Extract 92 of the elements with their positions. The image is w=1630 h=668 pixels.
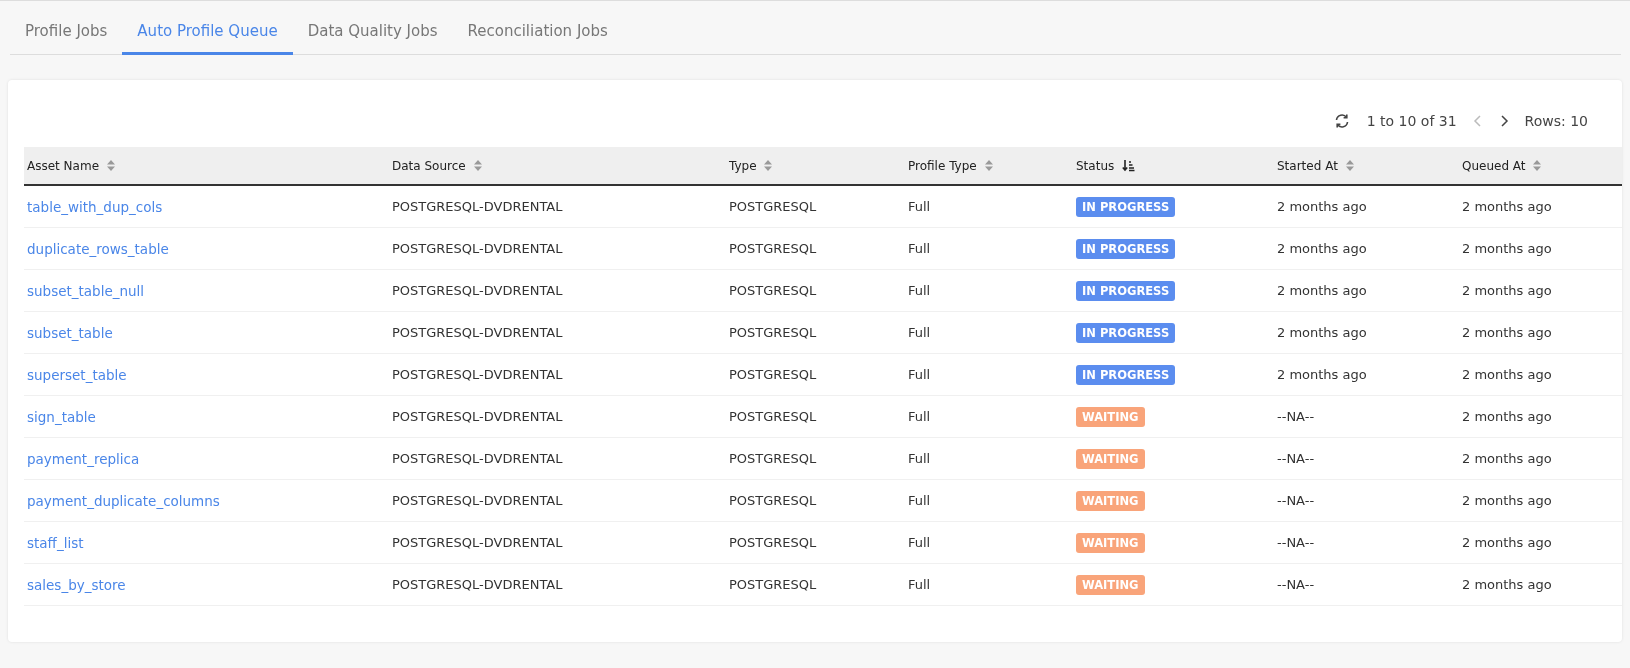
profile-type-text: Full xyxy=(908,241,931,256)
status-badge: WAITING xyxy=(1076,406,1145,427)
profile-type-text: Full xyxy=(908,367,931,382)
previous-page-icon[interactable] xyxy=(1472,115,1483,127)
asset-name-link[interactable]: subset_table_null xyxy=(27,282,145,299)
sort-icon[interactable] xyxy=(1533,160,1542,172)
queued-at-text: 2 months ago xyxy=(1462,283,1552,298)
asset-name-link[interactable]: payment_replica xyxy=(27,450,140,467)
sort-icon[interactable] xyxy=(984,160,993,172)
type-text: POSTGRESQL xyxy=(729,409,817,424)
type-text: POSTGRESQL xyxy=(729,535,817,550)
status-badge: WAITING xyxy=(1076,574,1145,595)
data-source-text: POSTGRESQL-DVDRENTAL xyxy=(392,199,563,214)
sort-icon[interactable] xyxy=(106,160,115,172)
profile-type-text: Full xyxy=(908,409,931,424)
started-at-text: 2 months ago xyxy=(1277,283,1367,298)
sort-icon[interactable] xyxy=(1345,160,1354,172)
queued-at-text: 2 months ago xyxy=(1462,451,1552,466)
asset-name-link[interactable]: payment_duplicate_columns xyxy=(27,492,220,509)
tab[interactable]: Reconciliation Jobs xyxy=(452,1,623,55)
type-text: POSTGRESQL xyxy=(729,493,817,508)
status-badge: IN PROGRESS xyxy=(1076,322,1176,343)
started-at-text: 2 months ago xyxy=(1277,241,1367,256)
queued-at-text: 2 months ago xyxy=(1462,325,1552,340)
queued-at-text: 2 months ago xyxy=(1462,199,1552,214)
status-badge: IN PROGRESS xyxy=(1076,280,1176,301)
started-at-text: --NA-- xyxy=(1277,409,1315,424)
data-source-text: POSTGRESQL-DVDRENTAL xyxy=(392,409,563,424)
status-badge: IN PROGRESS xyxy=(1076,238,1176,259)
data-source-text: POSTGRESQL-DVDRENTAL xyxy=(392,283,563,298)
started-at-text: 2 months ago xyxy=(1277,325,1367,340)
profile-type-text: Full xyxy=(908,451,931,466)
type-text: POSTGRESQL xyxy=(729,283,817,298)
data-source-text: POSTGRESQL-DVDRENTAL xyxy=(392,493,563,508)
profile-type-text: Full xyxy=(908,577,931,592)
profile-type-text: Full xyxy=(908,199,931,214)
tab[interactable]: Auto Profile Queue xyxy=(122,1,293,55)
started-at-text: --NA-- xyxy=(1277,535,1315,550)
type-text: POSTGRESQL xyxy=(729,367,817,382)
profile-type-text: Full xyxy=(908,493,931,508)
asset-name-link[interactable]: duplicate_rows_table xyxy=(27,240,169,257)
profile-type-text: Full xyxy=(908,325,931,340)
sort-descending-icon[interactable] xyxy=(1122,159,1136,173)
column-header[interactable]: Status xyxy=(1073,147,1274,185)
column-header[interactable]: Profile Type xyxy=(905,147,1073,185)
column-header[interactable]: Data Source xyxy=(389,147,726,185)
type-text: POSTGRESQL xyxy=(729,325,817,340)
queued-at-text: 2 months ago xyxy=(1462,241,1552,256)
column-header[interactable]: Asset Name xyxy=(24,147,389,185)
started-at-text: --NA-- xyxy=(1277,493,1315,508)
data-source-text: POSTGRESQL-DVDRENTAL xyxy=(392,577,563,592)
profile-type-text: Full xyxy=(908,283,931,298)
started-at-text: 2 months ago xyxy=(1277,367,1367,382)
queued-at-text: 2 months ago xyxy=(1462,535,1552,550)
data-source-text: POSTGRESQL-DVDRENTAL xyxy=(392,535,563,550)
queued-at-text: 2 months ago xyxy=(1462,367,1552,382)
data-source-text: POSTGRESQL-DVDRENTAL xyxy=(392,451,563,466)
data-source-text: POSTGRESQL-DVDRENTAL xyxy=(392,241,563,256)
profile-type-text: Full xyxy=(908,535,931,550)
column-header[interactable]: Queued At xyxy=(1459,147,1622,185)
asset-name-link[interactable]: subset_table xyxy=(27,324,113,341)
page-range: 1 to 10 of 31 xyxy=(1366,113,1457,129)
asset-name-link[interactable]: staff_list xyxy=(27,534,84,551)
asset-name-link[interactable]: sales_by_store xyxy=(27,576,126,593)
sort-icon[interactable] xyxy=(764,160,773,172)
asset-name-link[interactable]: table_with_dup_cols xyxy=(27,198,163,215)
asset-name-link[interactable]: superset_table xyxy=(27,366,127,383)
next-page-icon[interactable] xyxy=(1498,115,1509,127)
asset-name-link[interactable]: sign_table xyxy=(27,408,96,425)
column-header[interactable]: Started At xyxy=(1274,147,1459,185)
column-header[interactable]: Type xyxy=(726,147,905,185)
type-text: POSTGRESQL xyxy=(729,577,817,592)
tab[interactable]: Profile Jobs xyxy=(10,1,123,55)
started-at-text: --NA-- xyxy=(1277,451,1315,466)
started-at-text: 2 months ago xyxy=(1277,199,1367,214)
status-badge: WAITING xyxy=(1076,532,1145,553)
queued-at-text: 2 months ago xyxy=(1462,577,1552,592)
type-text: POSTGRESQL xyxy=(729,451,817,466)
queued-at-text: 2 months ago xyxy=(1462,409,1552,424)
sort-icon[interactable] xyxy=(473,160,482,172)
tab[interactable]: Data Quality Jobs xyxy=(292,1,453,55)
status-badge: WAITING xyxy=(1076,490,1145,511)
rows-per-page[interactable]: Rows: 10 xyxy=(1524,113,1588,129)
queued-at-text: 2 months ago xyxy=(1462,493,1552,508)
type-text: POSTGRESQL xyxy=(729,199,817,214)
status-badge: WAITING xyxy=(1076,448,1145,469)
type-text: POSTGRESQL xyxy=(729,241,817,256)
data-source-text: POSTGRESQL-DVDRENTAL xyxy=(392,325,563,340)
status-badge: IN PROGRESS xyxy=(1076,196,1176,217)
status-badge: IN PROGRESS xyxy=(1076,364,1176,385)
started-at-text: --NA-- xyxy=(1277,577,1315,592)
data-source-text: POSTGRESQL-DVDRENTAL xyxy=(392,367,563,382)
